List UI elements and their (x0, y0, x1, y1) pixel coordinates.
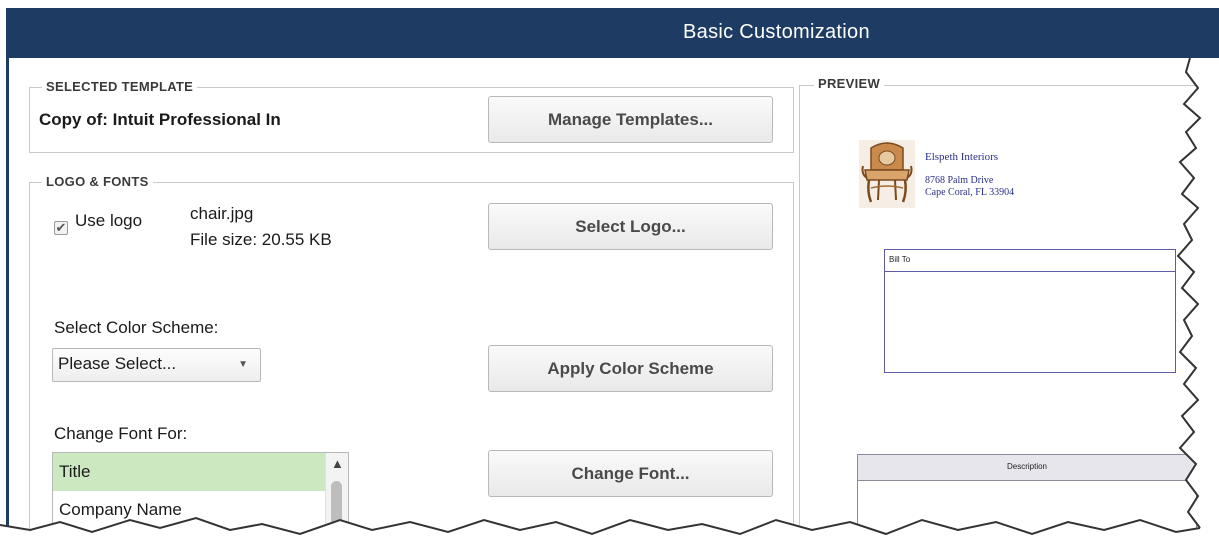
description-header: Description (858, 455, 1196, 481)
preview-border (799, 85, 800, 528)
template-name: Copy of: Intuit Professional In (39, 110, 281, 129)
basic-customization-window: Basic Customization SELECTED TEMPLATE Co… (0, 0, 1219, 557)
preview-label: PREVIEW (814, 76, 885, 91)
change-font-label: Change Font For: (54, 424, 188, 443)
logo-filename: chair.jpg (190, 204, 254, 223)
preview-description-box: Description (857, 454, 1197, 544)
font-list-item-company-name[interactable]: Company Name (53, 491, 328, 529)
preview-company-name: Elspeth Interiors (925, 151, 999, 163)
font-item-list[interactable]: Title Company Name ▲ (52, 452, 349, 542)
logo-fonts-label: LOGO & FONTS (42, 174, 153, 189)
scroll-thumb[interactable] (331, 481, 342, 531)
scroll-up-arrow-icon[interactable]: ▲ (331, 456, 344, 471)
font-list-scrollbar[interactable]: ▲ (325, 453, 348, 541)
manage-templates-button[interactable]: Manage Templates... (488, 96, 773, 143)
preview-bill-to-box: Bill To (884, 249, 1176, 373)
dropdown-arrow-icon: ▼ (238, 359, 248, 370)
color-scheme-label: Select Color Scheme: (54, 318, 219, 337)
chair-logo-image (859, 140, 915, 208)
preview-address-line1: 8768 Palm Drive (925, 175, 994, 186)
bill-to-header: Bill To (885, 250, 1175, 272)
color-scheme-dropdown[interactable]: Please Select... ▼ (52, 348, 261, 382)
use-logo-label[interactable]: Use logo (75, 211, 142, 231)
select-logo-button[interactable]: Select Logo... (488, 203, 773, 250)
change-font-button[interactable]: Change Font... (488, 450, 773, 497)
dialog-body: SELECTED TEMPLATE Copy of: Intuit Profes… (9, 58, 1219, 544)
checkmark-icon: ✔ (55, 220, 67, 235)
color-scheme-value: Please Select... (58, 354, 177, 373)
bill-to-label: Bill To (889, 255, 911, 264)
apply-color-scheme-button[interactable]: Apply Color Scheme (488, 345, 773, 392)
title-bar: Basic Customization (6, 8, 1219, 58)
font-list-item-title[interactable]: Title (53, 453, 328, 491)
window-title: Basic Customization (683, 21, 870, 43)
use-logo-checkbox[interactable]: ✔ (54, 221, 68, 235)
logo-filesize: File size: 20.55 KB (190, 230, 332, 249)
description-label: Description (1006, 462, 1047, 471)
preview-address-line2: Cape Coral, FL 33904 (925, 187, 1015, 198)
selected-template-label: SELECTED TEMPLATE (42, 79, 198, 94)
